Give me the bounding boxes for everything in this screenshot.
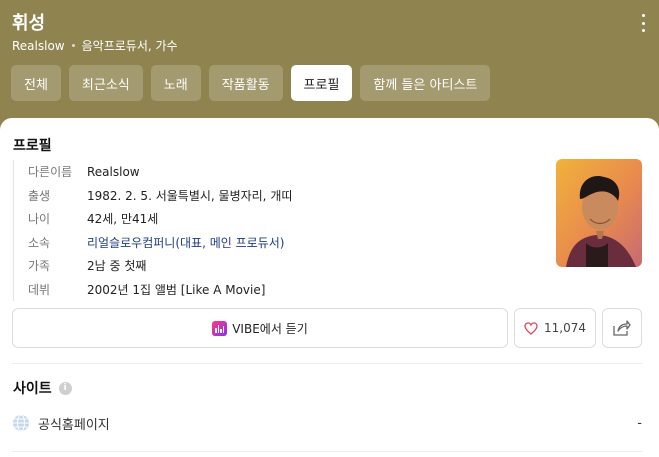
info-icon[interactable]: i <box>58 381 72 395</box>
separator-dot <box>71 44 75 47</box>
vibe-logo-icon <box>212 320 228 336</box>
profile-value: 2남 중 첫째 <box>87 259 147 274</box>
profile-key: 가족 <box>28 259 51 274</box>
tab-songs[interactable]: 노래 <box>150 65 201 101</box>
profile-row: 나이 42세, 만41세 <box>28 207 533 231</box>
profile-info-list: 다른이름 Realslow 출생 1982. 2. 5. 서울특별시, 물병자리… <box>13 160 533 301</box>
profile-key: 소속 <box>28 235 51 250</box>
profile-row: 소속 리얼슬로우컴퍼니(대표, 메인 프로듀서) <box>28 231 533 255</box>
section-divider <box>12 363 642 364</box>
profile-section-title: 프로필 <box>13 138 52 154</box>
globe-icon <box>13 414 29 432</box>
tab-works[interactable]: 작품활동 <box>208 65 283 101</box>
artist-alias: Realslow <box>12 38 65 53</box>
profile-value: Realslow <box>87 164 140 179</box>
profile-row: 가족 2남 중 첫째 <box>28 254 533 278</box>
vibe-listen-label: VIBE에서 듣기 <box>232 321 308 336</box>
profile-card: 프로필 다른이름 Realslow 출생 1982. 2. 5. 서울특별시, … <box>0 118 659 457</box>
like-count: 11,074 <box>544 321 586 335</box>
profile-row: 데뷔 2002년 1집 앨범 [Like A Movie] <box>28 278 533 302</box>
like-button[interactable]: 11,074 <box>514 308 596 348</box>
official-site-value: - <box>637 415 642 431</box>
site-section-title: 사이트 i <box>13 378 72 398</box>
profile-value: 2002년 1집 앨범 [Like A Movie] <box>87 282 266 297</box>
profile-value: 1982. 2. 5. 서울특별시, 물병자리, 개띠 <box>87 188 293 203</box>
share-button[interactable] <box>602 308 642 348</box>
profile-key: 출생 <box>28 188 51 203</box>
artist-photo[interactable] <box>556 159 642 267</box>
official-site-row: 공식홈페이지 - <box>12 411 642 435</box>
artist-subline: Realslow 음악프로듀서, 가수 <box>12 37 178 54</box>
heart-icon <box>524 321 538 335</box>
artist-name: 휘성 <box>12 13 46 34</box>
kebab-vertical-icon[interactable] <box>640 14 646 32</box>
site-title-label: 사이트 <box>13 381 52 397</box>
profile-row: 출생 1982. 2. 5. 서울특별시, 물병자리, 개띠 <box>28 184 533 208</box>
profile-value: 42세, 만41세 <box>87 212 159 227</box>
tab-related-artists[interactable]: 함께 들은 아티스트 <box>360 65 491 101</box>
share-icon <box>613 320 631 336</box>
profile-key: 다른이름 <box>28 165 73 180</box>
tab-bar: 전체 최근소식 노래 작품활동 프로필 함께 들은 아티스트 <box>11 65 491 101</box>
artist-header: 휘성 Realslow 음악프로듀서, 가수 전체 최근소식 노래 작품활동 프… <box>0 0 659 130</box>
artist-roles: 음악프로듀서, 가수 <box>81 39 178 53</box>
profile-key: 데뷔 <box>28 282 51 297</box>
agency-link[interactable]: 리얼슬로우컴퍼니(대표, 메인 프로듀서) <box>87 234 284 251</box>
bottom-divider <box>12 451 642 452</box>
official-site-label: 공식홈페이지 <box>38 417 110 433</box>
profile-key: 나이 <box>28 212 51 227</box>
tab-profile[interactable]: 프로필 <box>290 65 353 101</box>
tab-all[interactable]: 전체 <box>11 65 61 101</box>
tab-news[interactable]: 최근소식 <box>68 65 143 101</box>
vibe-listen-button[interactable]: VIBE에서 듣기 <box>12 308 508 348</box>
profile-row: 다른이름 Realslow <box>28 160 533 184</box>
